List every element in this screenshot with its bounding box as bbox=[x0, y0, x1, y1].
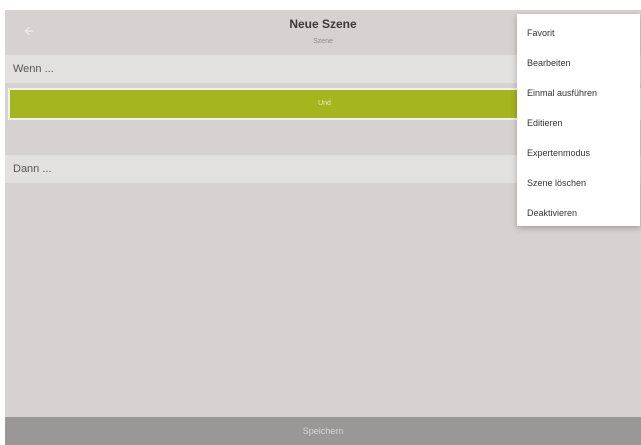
menu-item-editieren[interactable]: Editieren bbox=[517, 108, 640, 138]
options-menu: Favorit Bearbeiten Einmal ausführen Edit… bbox=[517, 14, 640, 226]
menu-item-deaktivieren[interactable]: Deaktivieren bbox=[517, 198, 640, 228]
menu-item-einmal-ausfuehren[interactable]: Einmal ausführen bbox=[517, 78, 640, 108]
menu-item-bearbeiten[interactable]: Bearbeiten bbox=[517, 48, 640, 78]
save-button[interactable]: Speichern bbox=[5, 417, 641, 445]
menu-item-expertenmodus[interactable]: Expertenmodus bbox=[517, 138, 640, 168]
menu-item-favorit[interactable]: Favorit bbox=[517, 18, 640, 48]
menu-item-szene-loeschen[interactable]: Szene löschen bbox=[517, 168, 640, 198]
